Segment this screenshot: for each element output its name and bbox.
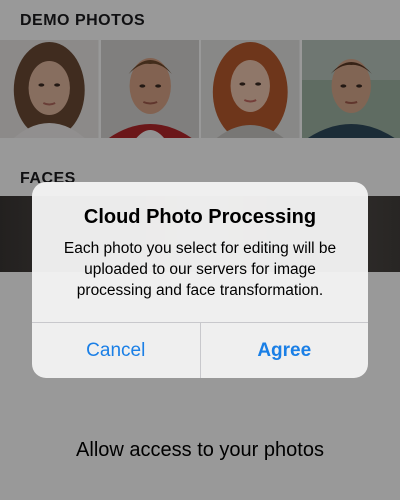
- alert-title: Cloud Photo Processing: [83, 206, 317, 228]
- agree-button[interactable]: Agree: [199, 323, 369, 378]
- alert-message: Each photo you select for editing will b…: [63, 240, 337, 299]
- cancel-button[interactable]: Cancel: [32, 323, 200, 378]
- alert-actions: Cancel Agree: [32, 322, 368, 378]
- cloud-processing-alert: Cloud Photo Processing Each photo you se…: [32, 182, 368, 378]
